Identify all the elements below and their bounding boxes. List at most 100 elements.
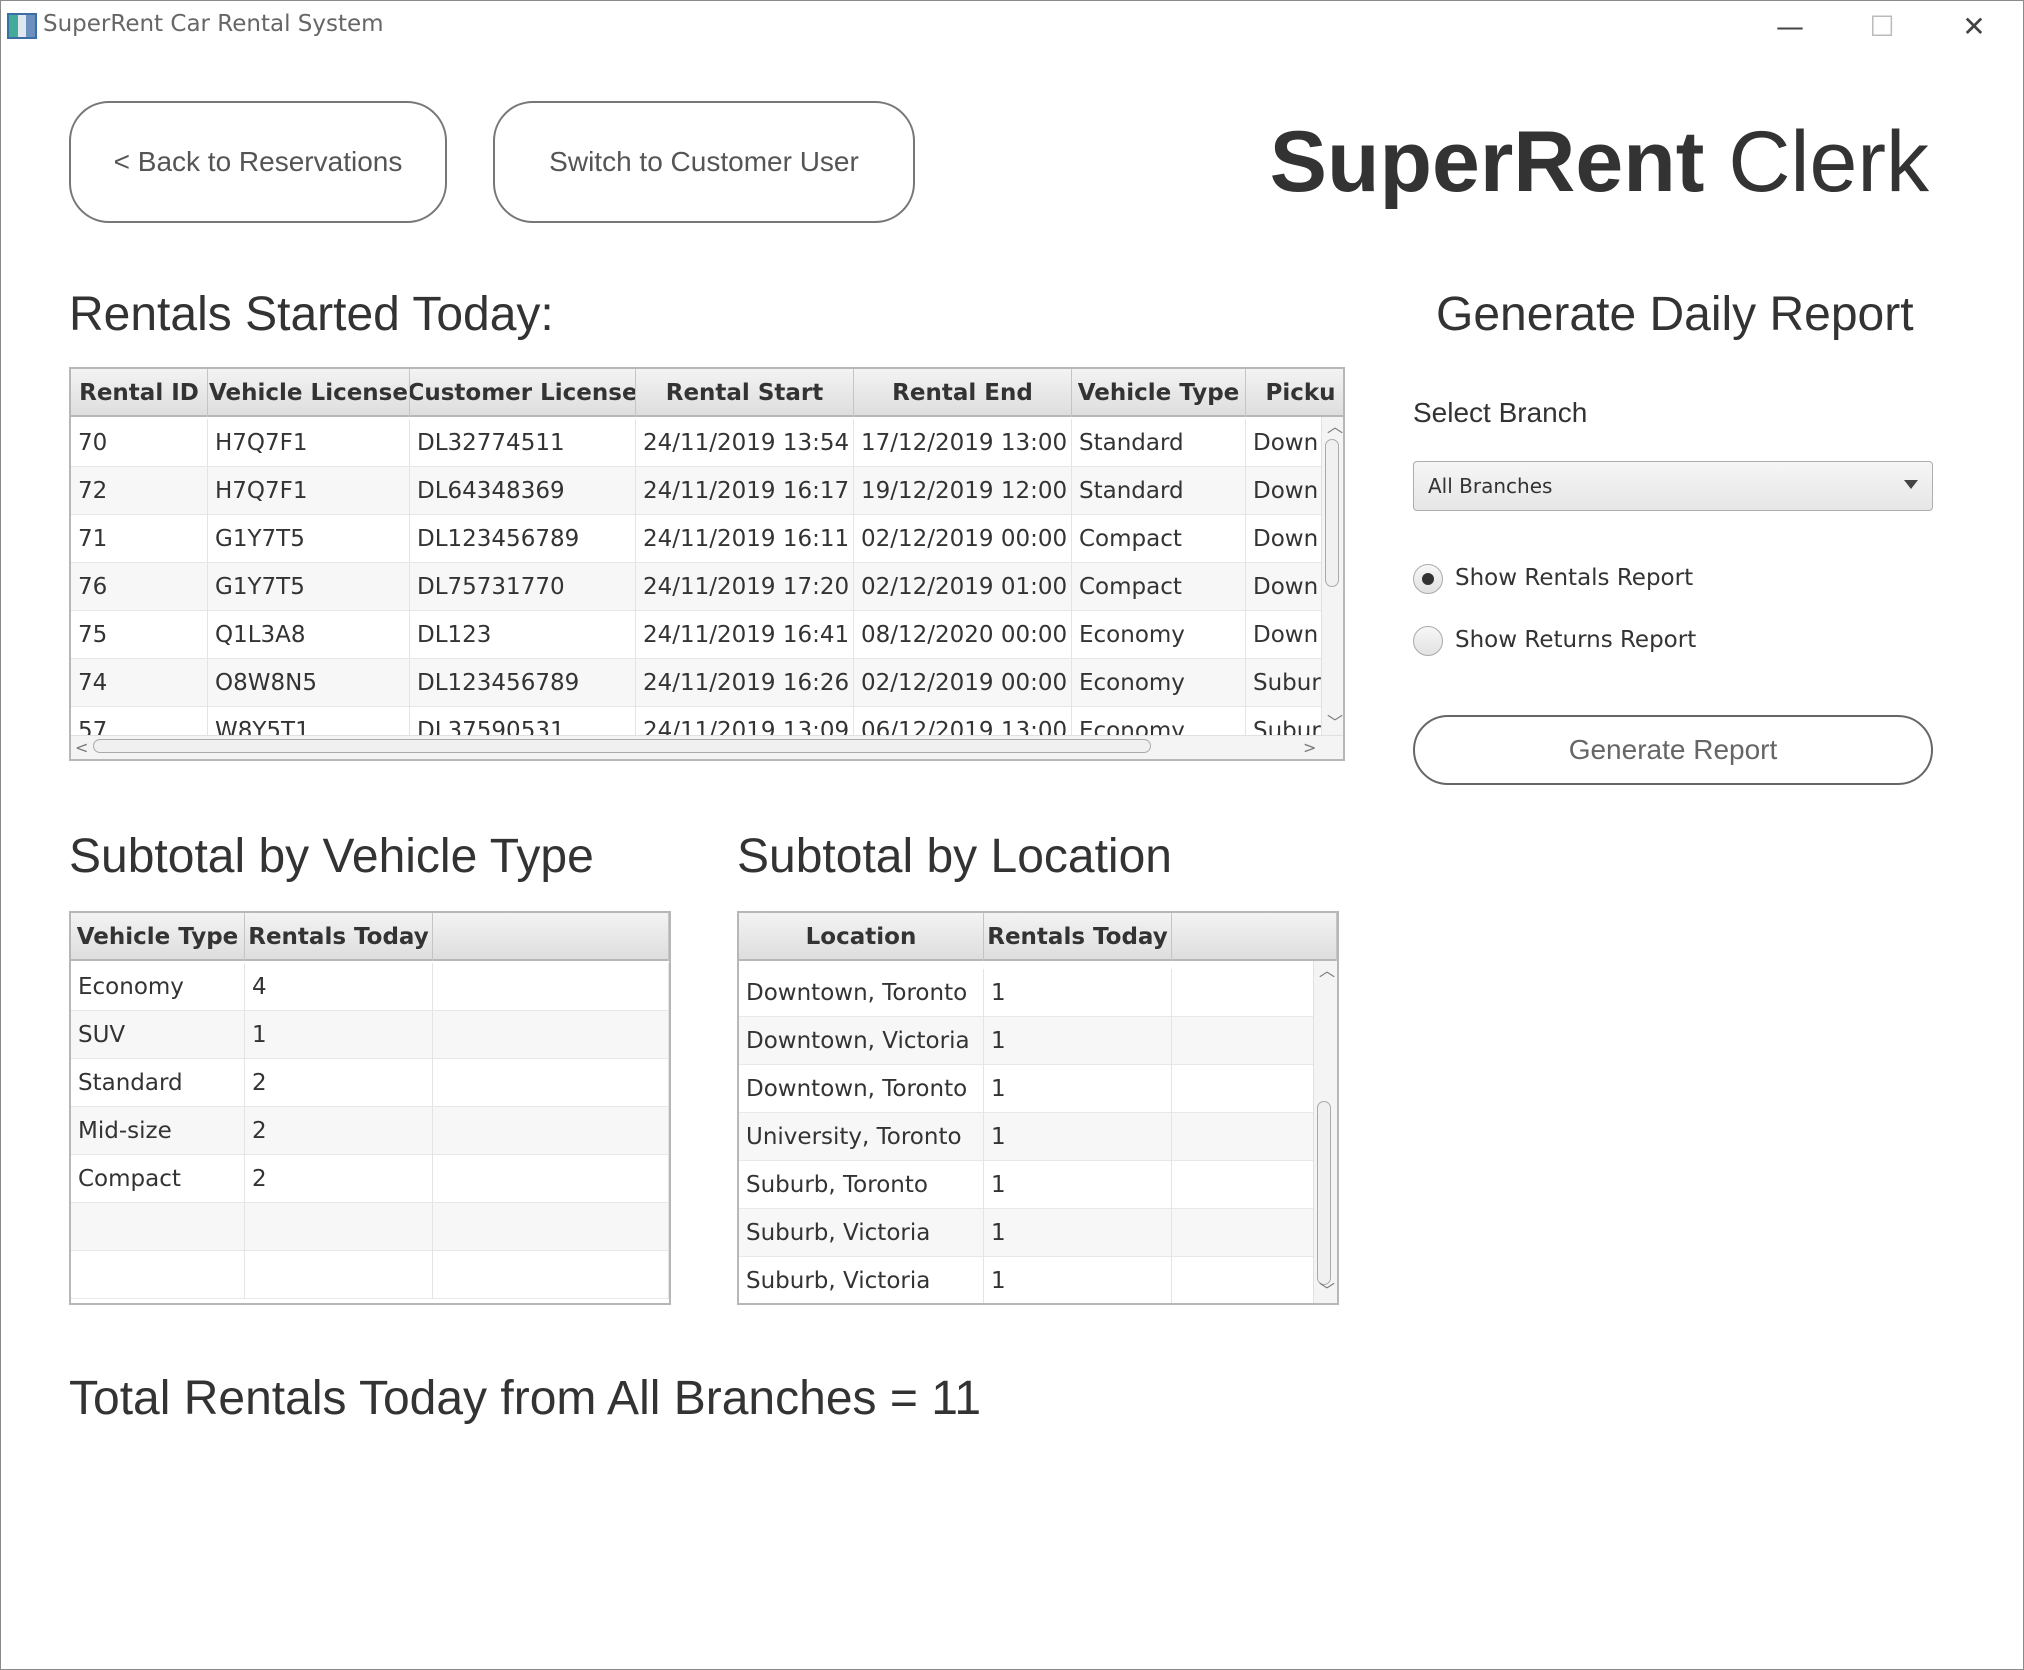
table-row[interactable]: 76 G1Y7T5 DL75731770 24/11/2019 17:20 02/12/… <box>71 563 1343 611</box>
generate-report-button[interactable]: Generate Report <box>1413 715 1933 785</box>
table-cell <box>433 1059 669 1107</box>
branch-select[interactable]: All Branches <box>1413 461 1933 511</box>
table-cell: 24/11/2019 16:17 <box>636 467 854 515</box>
table-cell: Compact <box>1072 563 1246 611</box>
table-row[interactable]: 71 G1Y7T5 DL123456789 24/11/2019 16:11 02/12… <box>71 515 1343 563</box>
table-row[interactable]: Standard 2 <box>71 1059 669 1107</box>
chevron-down-icon <box>1904 480 1918 489</box>
table-row[interactable]: 72 H7Q7F1 DL64348369 24/11/2019 16:17 19/12/… <box>71 467 1343 515</box>
column-header[interactable]: Vehicle Type <box>1072 369 1246 417</box>
table-cell: 70 <box>71 419 208 467</box>
scroll-down-arrow-icon[interactable]: ﹀ <box>1327 715 1343 731</box>
rentals-table[interactable]: Rental ID Vehicle License Customer License… <box>69 367 1345 761</box>
minimize-button[interactable]: — <box>1745 1 1835 51</box>
table-cell <box>71 1203 245 1251</box>
rentals-horizontal-scrollbar[interactable]: < > <box>71 735 1343 759</box>
branch-select-value: All Branches <box>1428 474 1553 498</box>
show-rentals-label: Show Rentals Report <box>1455 565 1694 591</box>
table-cell <box>245 1203 433 1251</box>
column-header[interactable]: Customer License <box>410 369 636 417</box>
rentals-hscroll-thumb[interactable] <box>93 739 1151 753</box>
table-row[interactable]: Suburb, Toronto 1 <box>739 1161 1337 1209</box>
table-cell: W8Y5T1 <box>208 707 410 735</box>
switch-to-customer-button[interactable]: Switch to Customer User <box>493 101 915 223</box>
rentals-vscroll-thumb[interactable] <box>1325 439 1339 587</box>
table-cell: Q1L3A8 <box>208 611 410 659</box>
table-cell: 1 <box>984 1113 1172 1161</box>
table-cell: Standard <box>71 1059 245 1107</box>
table-cell: Suburb, Victoria <box>739 1209 984 1257</box>
column-header[interactable]: Vehicle Type <box>71 913 245 961</box>
table-row[interactable]: Downtown, Toronto 1 <box>739 1065 1337 1113</box>
table-cell <box>245 1251 433 1299</box>
maximize-button[interactable]: ☐ <box>1837 1 1927 51</box>
show-returns-radio[interactable]: Show Returns Report <box>1413 621 1833 661</box>
table-cell: H7Q7F1 <box>208 419 410 467</box>
column-header[interactable]: Vehicle License <box>208 369 410 417</box>
table-row[interactable]: Downtown, Victoria 1 <box>739 1017 1337 1065</box>
table-row[interactable]: University, Toronto 1 <box>739 1113 1337 1161</box>
radio-selected-icon[interactable] <box>1413 564 1443 594</box>
scroll-right-arrow-icon[interactable]: > <box>1303 740 1316 756</box>
table-row[interactable]: Compact 2 <box>71 1155 669 1203</box>
show-rentals-radio[interactable]: Show Rentals Report <box>1413 559 1833 599</box>
table-row[interactable]: Suburb, Victoria 1 <box>739 1257 1337 1303</box>
table-cell: University, Toronto <box>739 1113 984 1161</box>
report-title: Generate Daily Report <box>1436 288 1914 341</box>
table-cell: DL37590531 <box>410 707 636 735</box>
column-header[interactable] <box>1172 913 1337 961</box>
table-row[interactable]: Suburb, Victoria 1 <box>739 1209 1337 1257</box>
table-row[interactable]: 70 H7Q7F1 DL32774511 24/11/2019 13:54 17/12/… <box>71 419 1343 467</box>
table-cell: 1 <box>984 1161 1172 1209</box>
table-cell: 02/12/2019 00:00 <box>854 515 1072 563</box>
column-header[interactable]: Rentals Today <box>984 913 1172 961</box>
table-cell: H7Q7F1 <box>208 467 410 515</box>
rentals-vertical-scrollbar[interactable]: ︿ ﹀ <box>1321 417 1343 735</box>
by-type-table-header: Vehicle Type Rentals Today <box>71 913 669 961</box>
back-to-reservations-button[interactable]: < Back to Reservations <box>69 101 447 223</box>
scroll-up-arrow-icon[interactable]: ︿ <box>1319 963 1335 979</box>
scroll-left-arrow-icon[interactable]: < <box>75 740 88 756</box>
table-cell: 2 <box>245 1155 433 1203</box>
close-button[interactable]: ✕ <box>1929 1 2019 51</box>
table-cell: 74 <box>71 659 208 707</box>
table-cell <box>433 963 669 1011</box>
column-header[interactable]: Rental End <box>854 369 1072 417</box>
table-row[interactable]: 74 O8W8N5 DL123456789 24/11/2019 16:26 02/12… <box>71 659 1343 707</box>
brand-bold: SuperRent <box>1269 114 1705 210</box>
table-cell: 24/11/2019 13:09 <box>636 707 854 735</box>
table-cell: G1Y7T5 <box>208 515 410 563</box>
by-location-table[interactable]: Location Rentals Today Downtown, Toronto 1… <box>737 911 1339 1305</box>
column-header[interactable] <box>433 913 669 961</box>
location-vscroll-thumb[interactable] <box>1317 1101 1331 1285</box>
table-row[interactable]: 75 Q1L3A8 DL123 24/11/2019 16:41 08/12/2020 … <box>71 611 1343 659</box>
column-header[interactable]: Rentals Today <box>245 913 433 961</box>
location-vertical-scrollbar[interactable]: ︿ ﹀ <box>1313 961 1337 1303</box>
by-type-title: Subtotal by Vehicle Type <box>69 830 594 883</box>
table-row[interactable]: Mid-size 2 <box>71 1107 669 1155</box>
table-cell: 1 <box>984 1017 1172 1065</box>
column-header[interactable]: Rental Start <box>636 369 854 417</box>
table-cell: Mid-size <box>71 1107 245 1155</box>
table-cell: 71 <box>71 515 208 563</box>
by-type-table-body: Economy 4 SUV 1 Standard 2 Mid-size 2 Compact 2 <box>71 963 669 1303</box>
column-header[interactable]: Picku <box>1246 369 1343 417</box>
column-header[interactable]: Location <box>739 913 984 961</box>
table-row[interactable] <box>71 1203 669 1251</box>
column-header[interactable]: Rental ID <box>71 369 208 417</box>
table-row[interactable]: 57 W8Y5T1 DL37590531 24/11/2019 13:09 06/12/… <box>71 707 1343 735</box>
table-row[interactable] <box>71 1251 669 1299</box>
table-cell: DL64348369 <box>410 467 636 515</box>
table-row[interactable]: Downtown, Toronto 1 <box>739 969 1337 1017</box>
radio-unselected-icon[interactable] <box>1413 626 1443 656</box>
rentals-table-body: 70 H7Q7F1 DL32774511 24/11/2019 13:54 17/12/… <box>71 419 1343 735</box>
by-type-table[interactable]: Vehicle Type Rentals Today Economy 4 SUV 1 St… <box>69 911 671 1305</box>
table-cell: DL75731770 <box>410 563 636 611</box>
table-row[interactable]: SUV 1 <box>71 1011 669 1059</box>
table-row[interactable]: Economy 4 <box>71 963 669 1011</box>
brand-light: Clerk <box>1704 114 1929 210</box>
scroll-down-arrow-icon[interactable]: ﹀ <box>1319 1283 1335 1299</box>
table-cell: Economy <box>71 963 245 1011</box>
table-cell: 24/11/2019 16:11 <box>636 515 854 563</box>
scroll-up-arrow-icon[interactable]: ︿ <box>1327 419 1343 435</box>
